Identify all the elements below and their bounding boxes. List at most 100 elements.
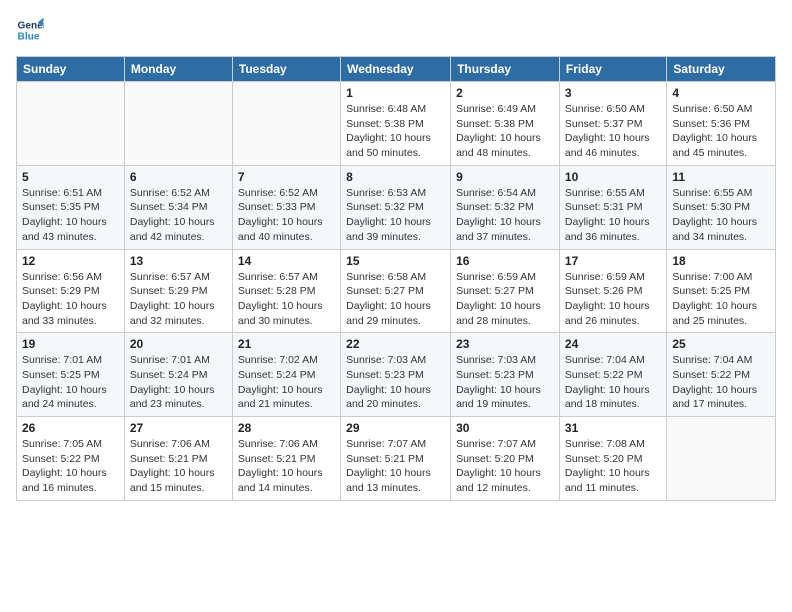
- day-cell: 12 Sunrise: 6:56 AMSunset: 5:29 PMDayligh…: [17, 249, 125, 333]
- day-cell: 25 Sunrise: 7:04 AMSunset: 5:22 PMDayligh…: [667, 333, 776, 417]
- day-number: 23: [456, 337, 554, 351]
- day-info: Sunrise: 7:07 AMSunset: 5:21 PMDaylight:…: [346, 437, 445, 496]
- day-cell: 24 Sunrise: 7:04 AMSunset: 5:22 PMDayligh…: [559, 333, 666, 417]
- day-info: Sunrise: 7:06 AMSunset: 5:21 PMDaylight:…: [130, 437, 227, 496]
- day-info: Sunrise: 7:02 AMSunset: 5:24 PMDaylight:…: [238, 353, 335, 412]
- day-number: 19: [22, 337, 119, 351]
- day-cell: 4Sunrise: 6:50 AMSunset: 5:36 PMDaylight…: [667, 82, 776, 166]
- day-number: 21: [238, 337, 335, 351]
- column-header-wednesday: Wednesday: [341, 57, 451, 82]
- day-number: 12: [22, 254, 119, 268]
- svg-text:Blue: Blue: [18, 31, 40, 42]
- day-number: 29: [346, 421, 445, 435]
- day-number: 26: [22, 421, 119, 435]
- day-info: Sunrise: 6:57 AMSunset: 5:29 PMDaylight:…: [130, 270, 227, 329]
- day-cell: 30 Sunrise: 7:07 AMSunset: 5:20 PMDayligh…: [451, 417, 560, 501]
- day-info: Sunrise: 6:53 AMSunset: 5:32 PMDaylight:…: [346, 186, 445, 245]
- week-row-5: 26 Sunrise: 7:05 AMSunset: 5:22 PMDayligh…: [17, 417, 776, 501]
- day-cell: 17Sunrise: 6:59 AMSunset: 5:26 PMDayligh…: [559, 249, 666, 333]
- day-info: Sunrise: 7:08 AMSunset: 5:20 PMDaylight:…: [565, 437, 661, 496]
- day-info: Sunrise: 6:57 AMSunset: 5:28 PMDaylight:…: [238, 270, 335, 329]
- logo: General Blue: [16, 16, 44, 44]
- column-header-monday: Monday: [124, 57, 232, 82]
- day-cell: 22 Sunrise: 7:03 AMSunset: 5:23 PMDayligh…: [341, 333, 451, 417]
- day-cell: 5 Sunrise: 6:51 AMSunset: 5:35 PMDaylight…: [17, 165, 125, 249]
- day-info: Sunrise: 6:48 AMSunset: 5:38 PMDaylight:…: [346, 102, 445, 161]
- day-number: 6: [130, 170, 227, 184]
- calendar-table: SundayMondayTuesdayWednesdayThursdayFrid…: [16, 56, 776, 501]
- day-number: 22: [346, 337, 445, 351]
- column-header-sunday: Sunday: [17, 57, 125, 82]
- day-cell: 11 Sunrise: 6:55 AMSunset: 5:30 PMDayligh…: [667, 165, 776, 249]
- day-number: 24: [565, 337, 661, 351]
- day-number: 16: [456, 254, 554, 268]
- day-info: Sunrise: 7:06 AMSunset: 5:21 PMDaylight:…: [238, 437, 335, 496]
- day-cell: 2 Sunrise: 6:49 AMSunset: 5:38 PMDaylight…: [451, 82, 560, 166]
- day-number: 2: [456, 86, 554, 100]
- day-info: Sunrise: 6:55 AMSunset: 5:30 PMDaylight:…: [672, 186, 770, 245]
- day-cell: 29 Sunrise: 7:07 AMSunset: 5:21 PMDayligh…: [341, 417, 451, 501]
- day-cell: [667, 417, 776, 501]
- week-row-2: 5 Sunrise: 6:51 AMSunset: 5:35 PMDaylight…: [17, 165, 776, 249]
- week-row-3: 12 Sunrise: 6:56 AMSunset: 5:29 PMDayligh…: [17, 249, 776, 333]
- day-number: 8: [346, 170, 445, 184]
- day-number: 30: [456, 421, 554, 435]
- day-number: 4: [672, 86, 770, 100]
- header-row: SundayMondayTuesdayWednesdayThursdayFrid…: [17, 57, 776, 82]
- day-number: 15: [346, 254, 445, 268]
- day-cell: 18 Sunrise: 7:00 AMSunset: 5:25 PMDayligh…: [667, 249, 776, 333]
- day-info: Sunrise: 6:59 AMSunset: 5:27 PMDaylight:…: [456, 270, 554, 329]
- day-info: Sunrise: 6:59 AMSunset: 5:26 PMDaylight:…: [565, 270, 661, 329]
- day-info: Sunrise: 6:56 AMSunset: 5:29 PMDaylight:…: [22, 270, 119, 329]
- day-cell: 7Sunrise: 6:52 AMSunset: 5:33 PMDaylight…: [232, 165, 340, 249]
- day-cell: 1 Sunrise: 6:48 AMSunset: 5:38 PMDaylight…: [341, 82, 451, 166]
- day-number: 10: [565, 170, 661, 184]
- day-info: Sunrise: 6:49 AMSunset: 5:38 PMDaylight:…: [456, 102, 554, 161]
- day-cell: 3 Sunrise: 6:50 AMSunset: 5:37 PMDaylight…: [559, 82, 666, 166]
- day-number: 11: [672, 170, 770, 184]
- day-cell: [17, 82, 125, 166]
- day-number: 1: [346, 86, 445, 100]
- day-info: Sunrise: 7:04 AMSunset: 5:22 PMDaylight:…: [565, 353, 661, 412]
- column-header-thursday: Thursday: [451, 57, 560, 82]
- day-cell: 23 Sunrise: 7:03 AMSunset: 5:23 PMDayligh…: [451, 333, 560, 417]
- day-number: 25: [672, 337, 770, 351]
- day-cell: 10Sunrise: 6:55 AMSunset: 5:31 PMDayligh…: [559, 165, 666, 249]
- column-header-friday: Friday: [559, 57, 666, 82]
- day-cell: 9 Sunrise: 6:54 AMSunset: 5:32 PMDaylight…: [451, 165, 560, 249]
- day-number: 20: [130, 337, 227, 351]
- day-cell: 8 Sunrise: 6:53 AMSunset: 5:32 PMDaylight…: [341, 165, 451, 249]
- day-number: 13: [130, 254, 227, 268]
- column-header-tuesday: Tuesday: [232, 57, 340, 82]
- day-info: Sunrise: 7:00 AMSunset: 5:25 PMDaylight:…: [672, 270, 770, 329]
- day-info: Sunrise: 6:50 AMSunset: 5:37 PMDaylight:…: [565, 102, 661, 161]
- day-info: Sunrise: 6:52 AMSunset: 5:33 PMDaylight:…: [238, 186, 335, 245]
- day-info: Sunrise: 7:05 AMSunset: 5:22 PMDaylight:…: [22, 437, 119, 496]
- day-cell: 28Sunrise: 7:06 AMSunset: 5:21 PMDayligh…: [232, 417, 340, 501]
- week-row-4: 19Sunrise: 7:01 AMSunset: 5:25 PMDayligh…: [17, 333, 776, 417]
- day-cell: 14Sunrise: 6:57 AMSunset: 5:28 PMDayligh…: [232, 249, 340, 333]
- day-number: 27: [130, 421, 227, 435]
- day-info: Sunrise: 7:03 AMSunset: 5:23 PMDaylight:…: [456, 353, 554, 412]
- day-info: Sunrise: 6:54 AMSunset: 5:32 PMDaylight:…: [456, 186, 554, 245]
- day-info: Sunrise: 7:01 AMSunset: 5:24 PMDaylight:…: [130, 353, 227, 412]
- day-cell: 13 Sunrise: 6:57 AMSunset: 5:29 PMDayligh…: [124, 249, 232, 333]
- day-info: Sunrise: 6:51 AMSunset: 5:35 PMDaylight:…: [22, 186, 119, 245]
- day-cell: [232, 82, 340, 166]
- day-info: Sunrise: 7:04 AMSunset: 5:22 PMDaylight:…: [672, 353, 770, 412]
- day-cell: 15Sunrise: 6:58 AMSunset: 5:27 PMDayligh…: [341, 249, 451, 333]
- day-number: 31: [565, 421, 661, 435]
- day-number: 3: [565, 86, 661, 100]
- day-number: 5: [22, 170, 119, 184]
- day-cell: 16 Sunrise: 6:59 AMSunset: 5:27 PMDayligh…: [451, 249, 560, 333]
- column-header-saturday: Saturday: [667, 57, 776, 82]
- day-number: 18: [672, 254, 770, 268]
- day-cell: 19Sunrise: 7:01 AMSunset: 5:25 PMDayligh…: [17, 333, 125, 417]
- logo-icon: General Blue: [16, 16, 44, 44]
- day-number: 9: [456, 170, 554, 184]
- page-header: General Blue: [16, 16, 776, 44]
- week-row-1: 1 Sunrise: 6:48 AMSunset: 5:38 PMDaylight…: [17, 82, 776, 166]
- day-cell: 31 Sunrise: 7:08 AMSunset: 5:20 PMDayligh…: [559, 417, 666, 501]
- day-info: Sunrise: 7:07 AMSunset: 5:20 PMDaylight:…: [456, 437, 554, 496]
- day-info: Sunrise: 7:03 AMSunset: 5:23 PMDaylight:…: [346, 353, 445, 412]
